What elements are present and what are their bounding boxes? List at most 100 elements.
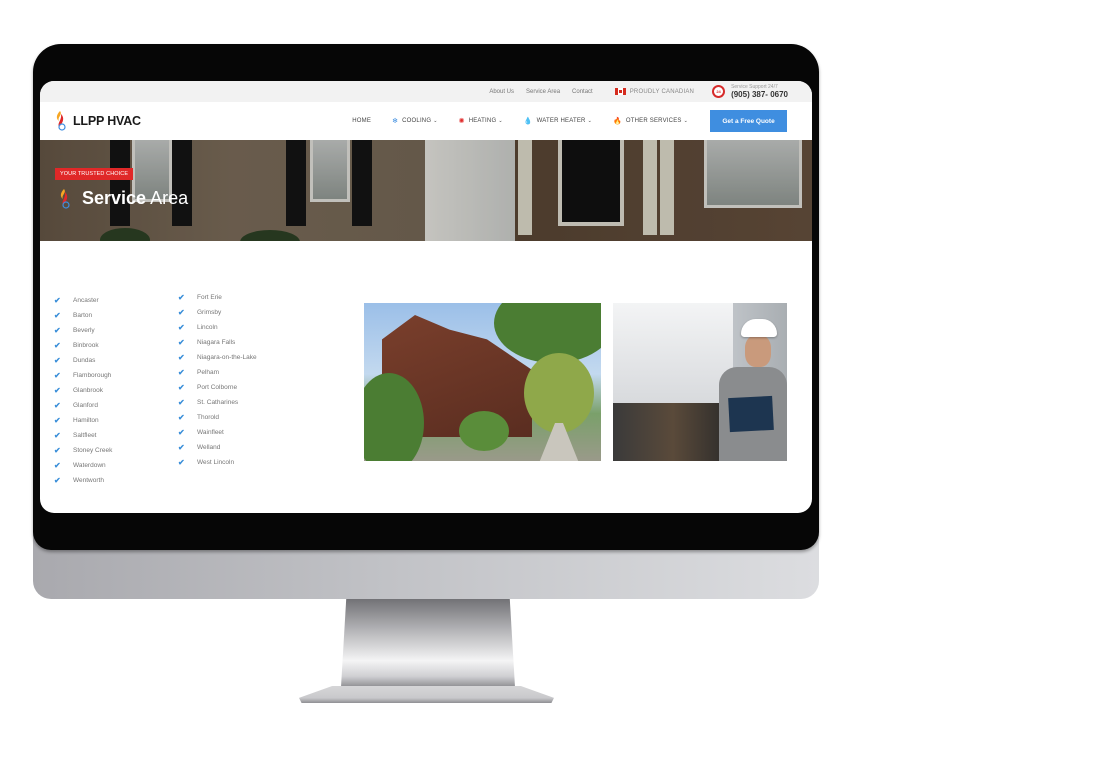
service-area-list-1: ✔ Ancaster ✔ Barton ✔ Beverly ✔ Binbrook ✔ Dundas… xyxy=(54,293,112,488)
service-area-name: Welland xyxy=(197,444,221,451)
service-area-item: ✔ St. Catharines xyxy=(178,395,257,410)
checkmark-icon: ✔ xyxy=(178,428,185,437)
technician-photo xyxy=(613,303,787,461)
checkmark-icon: ✔ xyxy=(178,368,185,377)
chevron-down-icon: ⌄ xyxy=(587,118,592,124)
service-area-name: Dundas xyxy=(73,357,96,364)
service-area-item: ✔ Beverly xyxy=(54,323,112,338)
service-area-list-2: ✔ Fort Erie ✔ Grimsby ✔ Lincoln ✔ Niagara Falls… xyxy=(178,290,257,470)
checkmark-icon: ✔ xyxy=(54,386,61,395)
service-support[interactable]: 24 Service Support 24/7 (905) 387- 0670 xyxy=(712,83,788,99)
service-area-item: ✔ Dundas xyxy=(54,353,112,368)
photo-bush xyxy=(459,411,509,451)
checkmark-icon: ✔ xyxy=(178,458,185,467)
top-bar: About Us Service Area Contact PROUDLY CA… xyxy=(40,81,812,102)
snowflake-icon: ❄ xyxy=(392,118,399,125)
photo-technician xyxy=(715,319,787,461)
primary-nav: HOME ❄ COOLING ⌄ ✺ HEATING ⌄ 💧 WATER HEA… xyxy=(352,110,787,132)
house-photo xyxy=(364,303,601,461)
service-area-item: ✔ Fort Erie xyxy=(178,290,257,305)
service-area-item: ✔ Welland xyxy=(178,440,257,455)
service-area-name: Barton xyxy=(73,312,93,319)
service-area-item: ✔ Port Colborne xyxy=(178,380,257,395)
checkmark-icon: ✔ xyxy=(54,446,61,455)
get-free-quote-button[interactable]: Get a Free Quote xyxy=(710,110,787,132)
top-link-contact[interactable]: Contact xyxy=(572,89,593,95)
service-area-name: Beverly xyxy=(73,327,95,334)
page-title-light: Area xyxy=(150,188,189,208)
service-area-item: ✔ Binbrook xyxy=(54,338,112,353)
nav-water-heater-label: WATER HEATER xyxy=(536,118,586,124)
checkmark-icon: ✔ xyxy=(178,413,185,422)
nav-cooling[interactable]: ❄ COOLING ⌄ xyxy=(392,117,438,125)
checkmark-icon: ✔ xyxy=(54,461,61,470)
service-area-name: Glanbrook xyxy=(73,387,103,394)
support-phone[interactable]: (905) 387- 0670 xyxy=(731,90,788,99)
checkmark-icon: ✔ xyxy=(178,383,185,392)
main-navbar: LLPP HVAC HOME ❄ COOLING ⌄ ✺ HEATING ⌄ 💧… xyxy=(40,102,812,140)
service-area-item: ✔ Wainfleet xyxy=(178,425,257,440)
checkmark-icon: ✔ xyxy=(54,431,61,440)
checkmark-icon: ✔ xyxy=(54,371,61,380)
checkmark-icon: ✔ xyxy=(54,401,61,410)
service-area-item: ✔ Saltfleet xyxy=(54,428,112,443)
service-area-name: Wainfleet xyxy=(197,429,224,436)
monitor-stand-neck xyxy=(341,599,515,687)
checkmark-icon: ✔ xyxy=(54,296,61,305)
checkmark-icon: ✔ xyxy=(54,341,61,350)
checkmark-icon: ✔ xyxy=(54,356,61,365)
service-area-content: ✔ Ancaster ✔ Barton ✔ Beverly ✔ Binbrook ✔ Dundas… xyxy=(40,241,812,513)
service-area-item: ✔ West Lincoln xyxy=(178,455,257,470)
service-area-name: Wentworth xyxy=(73,477,104,484)
chevron-down-icon: ⌄ xyxy=(498,118,503,124)
nav-heating[interactable]: ✺ HEATING ⌄ xyxy=(459,117,503,125)
support-24-icon: 24 xyxy=(712,85,726,98)
technician-clipboard xyxy=(728,395,774,433)
service-area-name: St. Catharines xyxy=(197,399,239,406)
proudly-canadian-label: PROUDLY CANADIAN xyxy=(629,88,695,95)
proudly-canadian: PROUDLY CANADIAN xyxy=(614,88,695,95)
technician-face xyxy=(745,335,771,367)
support-label: Service Support 24/7 xyxy=(731,83,778,90)
service-area-name: Port Colborne xyxy=(197,384,238,391)
service-area-name: Niagara Falls xyxy=(197,339,236,346)
heat-icon: ✺ xyxy=(458,118,465,125)
service-area-item: ✔ Glanford xyxy=(54,398,112,413)
site-logo[interactable]: LLPP HVAC xyxy=(54,111,141,131)
service-area-name: Fort Erie xyxy=(197,294,222,301)
nav-other-services[interactable]: 🔥 OTHER SERVICES ⌄ xyxy=(613,117,688,125)
top-link-service-area[interactable]: Service Area xyxy=(526,89,560,95)
service-area-name: Thorold xyxy=(197,414,220,421)
nav-heating-label: HEATING xyxy=(468,118,497,124)
service-area-name: Saltfleet xyxy=(73,432,97,439)
page-title-bold: Service xyxy=(82,188,147,208)
logo-text: LLPP HVAC xyxy=(73,114,141,128)
top-link-about-us[interactable]: About Us xyxy=(489,89,514,95)
nav-other-services-label: OTHER SERVICES xyxy=(625,118,682,124)
service-area-name: Flamborough xyxy=(73,372,112,379)
service-area-name: Niagara-on-the-Lake xyxy=(197,354,257,361)
nav-home[interactable]: HOME xyxy=(352,118,371,124)
service-area-name: Pelham xyxy=(197,369,220,376)
service-area-name: Lincoln xyxy=(197,324,218,331)
service-area-name: Hamilton xyxy=(73,417,99,424)
service-area-name: Grimsby xyxy=(197,309,222,316)
trusted-choice-badge: YOUR TRUSTED CHOICE xyxy=(55,168,134,180)
nav-home-label: HOME xyxy=(352,118,372,124)
service-area-name: Glanford xyxy=(73,402,98,409)
checkmark-icon: ✔ xyxy=(178,323,185,332)
water-drop-icon: 💧 xyxy=(523,118,533,125)
service-area-name: Waterdown xyxy=(73,462,106,469)
checkmark-icon: ✔ xyxy=(178,443,185,452)
checkmark-icon: ✔ xyxy=(178,338,185,347)
monitor-stand-foot xyxy=(299,686,554,703)
service-area-name: West Lincoln xyxy=(197,459,235,466)
service-area-item: ✔ Lincoln xyxy=(178,320,257,335)
service-area-item: ✔ Waterdown xyxy=(54,458,112,473)
service-area-item: ✔ Thorold xyxy=(178,410,257,425)
nav-water-heater[interactable]: 💧 WATER HEATER ⌄ xyxy=(524,117,592,125)
service-area-item: ✔ Ancaster xyxy=(54,293,112,308)
service-area-item: ✔ Niagara Falls xyxy=(178,335,257,350)
checkmark-icon: ✔ xyxy=(178,308,185,317)
checkmark-icon: ✔ xyxy=(54,416,61,425)
